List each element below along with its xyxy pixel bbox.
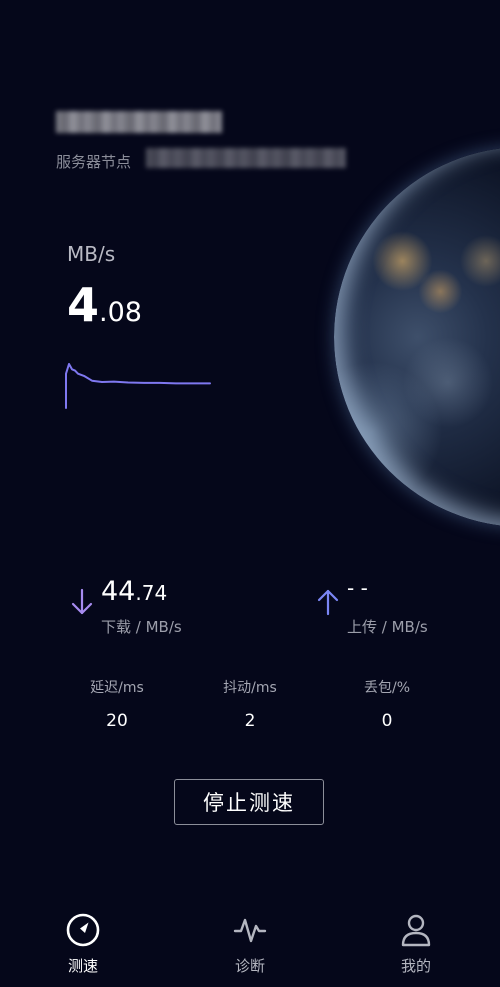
latency-value: 20 (106, 711, 128, 731)
latency-stat: 延迟/ms 20 (57, 677, 177, 731)
packet-loss-value: 0 (381, 711, 393, 731)
download-speed-integer: 44 (101, 576, 136, 607)
download-speed-value: 44.74 (101, 578, 167, 605)
download-arrow-icon (71, 588, 93, 615)
speed-test-screen: 服务器节点 MB/s 4.08 44.74 下载 / MB/s - - 上传 /… (0, 0, 500, 987)
speed-unit: MB/s (67, 242, 116, 266)
stop-test-button[interactable]: 停止测速 (174, 779, 324, 825)
upload-label: 上传 / MB/s (347, 618, 428, 636)
current-speed-integer: 4 (67, 278, 100, 332)
nav-label-mine: 我的 (400, 957, 431, 975)
speed-graph (65, 363, 211, 409)
download-speed-decimal: .74 (135, 581, 168, 605)
user-icon (401, 914, 431, 947)
server-node-value-redacted (146, 148, 346, 168)
packet-loss-stat: 丢包/% 0 (327, 677, 447, 731)
upload-speed-placeholder: - - (347, 576, 368, 600)
speed-graph-line (65, 363, 211, 409)
earth-globe-image (334, 147, 500, 527)
nav-tab-diagnose[interactable]: 诊断 (210, 912, 290, 976)
speedometer-icon (66, 913, 100, 947)
jitter-stat: 抖动/ms 2 (190, 677, 310, 731)
nav-tab-mine[interactable]: 我的 (376, 912, 456, 976)
server-name-redacted (56, 111, 222, 133)
pulse-icon (233, 918, 267, 943)
upload-arrow-icon (317, 589, 339, 616)
nav-tab-speed-test[interactable]: 测速 (43, 912, 123, 976)
upload-speed-value: - - (347, 578, 368, 598)
latency-label: 延迟/ms (90, 680, 144, 696)
nav-label-speed-test: 测速 (67, 957, 98, 975)
download-label: 下载 / MB/s (101, 618, 182, 636)
packet-loss-label: 丢包/% (363, 680, 411, 696)
current-speed-decimal: .08 (99, 297, 142, 328)
server-node-label: 服务器节点 (56, 153, 132, 171)
jitter-label: 抖动/ms (223, 680, 277, 696)
nav-label-diagnose: 诊断 (234, 957, 265, 975)
current-speed-value: 4.08 (67, 282, 142, 328)
jitter-value: 2 (244, 711, 256, 731)
